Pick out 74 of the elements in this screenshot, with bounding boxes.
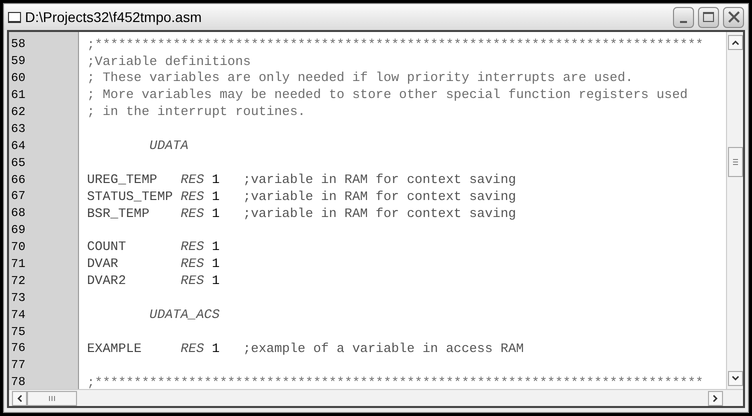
line-number: 70 [11, 239, 26, 256]
code-label: BSR_TEMP [87, 206, 150, 221]
line-number: 74 [11, 306, 26, 324]
code-directive: RES [180, 256, 204, 272]
line-number: 68 [11, 205, 26, 222]
code-label: STATUS_TEMP [87, 188, 173, 204]
line-number: 73 [11, 290, 26, 307]
maximize-button[interactable] [698, 6, 719, 28]
line-number: 78 [11, 374, 26, 392]
code-directive: RES [180, 340, 204, 356]
minimize-button[interactable] [673, 6, 694, 28]
code-operand: 1 [212, 340, 220, 356]
code-directive: UDATA [149, 138, 188, 154]
code-directive: UDATA_ACS [149, 306, 220, 322]
close-icon [728, 11, 740, 23]
code-comment: ; in the interrupt routines. [87, 103, 306, 122]
code-directive: RES [180, 206, 204, 221]
code-directive: RES [180, 188, 204, 204]
code-comment: ;****************************************************************************** [87, 374, 704, 389]
code-label: EXAMPLE [87, 340, 142, 356]
code-comment: ;variable in RAM for context saving [243, 204, 516, 223]
line-number: 66 [11, 172, 26, 189]
grip-icon [49, 396, 55, 400]
line-number: 67 [11, 188, 26, 206]
code-operand: 1 [212, 273, 220, 288]
code-comment: ; More variables may be needed to store other special function registers used [87, 86, 688, 104]
window-title: D:\Projects32\f452tmpo.asm [25, 8, 203, 27]
chevron-right-icon [713, 394, 718, 402]
code-comment: ;variable in RAM for context saving [243, 170, 516, 189]
code-label: COUNT [87, 239, 126, 254]
code-directive: RES [180, 172, 204, 187]
code-label: DVAR2 [87, 273, 126, 288]
code-operand: 1 [212, 172, 220, 187]
line-number: 60 [11, 70, 26, 88]
line-number: 64 [11, 138, 26, 155]
scroll-thumb[interactable] [27, 390, 77, 406]
scroll-up-button[interactable] [728, 35, 742, 50]
chevron-left-icon [17, 394, 22, 402]
code-comment: ;example of a variable in access RAM [243, 340, 524, 358]
line-number: 63 [11, 120, 26, 138]
line-number: 59 [11, 53, 26, 70]
chevron-up-icon [732, 40, 738, 45]
line-number: 76 [11, 340, 26, 358]
horizontal-scrollbar[interactable] [9, 389, 743, 406]
scroll-right-button[interactable] [708, 390, 723, 406]
grip-icon [732, 159, 738, 165]
code-directive: RES [180, 239, 204, 254]
scroll-left-button[interactable] [12, 390, 27, 406]
line-number: 71 [11, 256, 26, 274]
code-comment: ; These variables are only needed if low priority interrupts are used. [87, 69, 634, 88]
close-button[interactable] [723, 6, 744, 28]
code-label: DVAR [87, 256, 118, 272]
line-number: 69 [11, 222, 26, 240]
code-operand: 1 [212, 206, 220, 221]
chevron-down-icon [732, 376, 738, 381]
code-operand: 1 [212, 188, 220, 204]
line-number: 65 [11, 154, 26, 172]
vertical-scrollbar[interactable] [726, 32, 743, 389]
code-operand: 1 [212, 256, 220, 272]
code-comment: ;****************************************************************************** [87, 36, 704, 54]
scroll-down-button[interactable] [728, 371, 742, 386]
code-operand: 1 [212, 239, 220, 254]
window-icon [8, 12, 21, 22]
line-number: 77 [11, 357, 26, 374]
line-number: 58 [11, 36, 26, 54]
code-directive: RES [180, 273, 204, 288]
code-label: UREG_TEMP [87, 172, 158, 187]
code-comment: ;variable in RAM for context saving [243, 188, 516, 206]
scroll-thumb[interactable] [728, 147, 742, 177]
line-number: 72 [11, 272, 26, 290]
code-comment: ;Variable definitions [87, 52, 251, 71]
line-number: 61 [11, 87, 26, 104]
line-number: 75 [11, 324, 26, 341]
line-number: 62 [11, 104, 26, 122]
